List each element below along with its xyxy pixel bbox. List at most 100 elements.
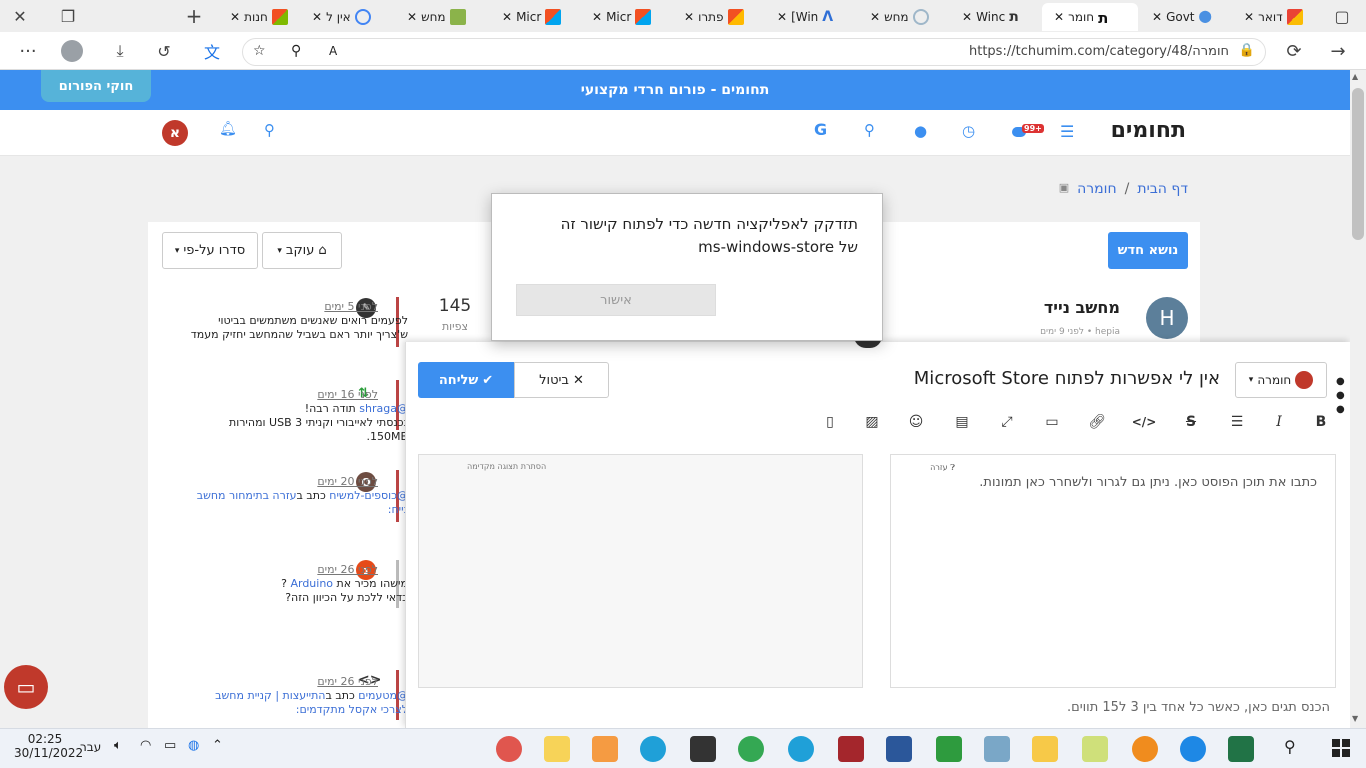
scroll-up-icon[interactable]: ▲ [1352, 72, 1358, 81]
tab-close-icon[interactable]: ✕ [312, 10, 322, 24]
media-player-icon[interactable] [592, 736, 618, 762]
restore-window-icon[interactable]: ❐ [54, 2, 82, 30]
topic-author-avatar[interactable]: H [1146, 297, 1188, 339]
more-menu-button[interactable]: ··· [14, 37, 42, 65]
topic-title[interactable]: מחשב נייד [1044, 298, 1120, 317]
forward-arrow-icon[interactable]: → [1324, 37, 1352, 65]
folder-icon[interactable] [1082, 736, 1108, 762]
feed-item[interactable]: לפני 20 ימים @כוספים-למשיח כתב בעזרה בתי… [188, 475, 408, 517]
app-icon[interactable] [690, 736, 716, 762]
profile-icon[interactable] [58, 37, 86, 65]
access-icon[interactable] [838, 736, 864, 762]
feed-item[interactable]: לפני 26 ימים @מטעמים כתב בהתייעצות | קני… [188, 675, 408, 717]
rss-icon[interactable]: ▣ [1059, 181, 1069, 197]
menu-list-icon[interactable]: ☰ [1060, 122, 1074, 141]
bold-icon[interactable]: B [1311, 412, 1331, 432]
breadcrumb-current[interactable]: חומרה [1077, 181, 1117, 197]
tab-close-icon[interactable]: ✕ [407, 10, 417, 24]
breadcrumb-home[interactable]: דף הבית [1137, 181, 1188, 197]
id-card-icon[interactable]: ▤ [952, 412, 972, 432]
category-selector[interactable]: ▾ חומרה [1235, 362, 1327, 398]
url-text[interactable]: https://tchumim.com/category/48/חומרה [969, 44, 1229, 59]
excel-icon[interactable] [1228, 736, 1254, 762]
chat-app-icon[interactable] [936, 736, 962, 762]
strikethrough-icon[interactable]: S [1181, 412, 1201, 432]
search-icon[interactable]: ⚲ [864, 121, 875, 139]
favorites-add-icon[interactable]: ☆ [253, 43, 266, 59]
composer-title-input[interactable]: אין לי אפשרות לפתוח Microsoft Store [914, 368, 1220, 389]
google-search-icon[interactable]: G [814, 120, 827, 139]
feed-item[interactable]: לפני 5 ימים לפעמים רואים שאנשים משתמשים … [188, 300, 408, 342]
tab-close-icon[interactable]: ✕ [962, 10, 972, 24]
users-icon[interactable]: ● [914, 122, 927, 140]
windows-start-icon[interactable] [1332, 739, 1350, 757]
composer-more-icon[interactable]: ● ● ● [1336, 375, 1346, 417]
tab-close-icon[interactable]: ✕ [502, 10, 512, 24]
download-icon[interactable]: ⤓ [106, 37, 134, 65]
feed-item[interactable]: לפני 16 ימים @shraga תודה רבה! נכנסתי לא… [188, 388, 408, 444]
tab-close-icon[interactable]: ✕ [684, 10, 694, 24]
tray-chevron-icon[interactable]: ⌃ [212, 738, 223, 753]
tab-close-icon[interactable]: ✕ [1054, 10, 1064, 24]
tags-input[interactable]: הכנס תגים כאן, כאשר כל אחד בין 3 ל15 תוו… [1067, 700, 1330, 715]
feed-time[interactable]: לפני 5 ימים [324, 300, 378, 313]
feed-user[interactable]: @כוספים-למשיח [329, 489, 408, 502]
calculator-icon[interactable] [984, 736, 1010, 762]
hide-preview-link[interactable]: הסתרת תצוגה מקדימה [467, 462, 546, 471]
post-editor[interactable]: עזרה ❓︎ כתבו את תוכן הפוסט כאן. ניתן גם … [890, 454, 1336, 688]
list-icon[interactable]: ☰ [1227, 412, 1247, 432]
user-avatar[interactable]: א [162, 120, 188, 146]
feed-item[interactable]: לפני 26 ימים מישהו מכיר את Arduino ? כדא… [188, 563, 408, 605]
translate-icon[interactable]: 文 [198, 37, 226, 65]
tab-close-icon[interactable]: ✕ [230, 10, 240, 24]
tab-close-icon[interactable]: ✕ [777, 10, 787, 24]
browser-tab[interactable]: ✕ דואר [1232, 3, 1316, 31]
file-image-icon[interactable]: ▨ [862, 412, 882, 432]
history-icon[interactable]: ↺ [150, 37, 178, 65]
unread-icon[interactable]: 99+ [1012, 124, 1044, 138]
browser-tab[interactable]: ✕ Govt ⬤ [1140, 3, 1228, 31]
browser-tab[interactable]: ✕ Micr [490, 3, 578, 31]
read-aloud-icon[interactable]: A [329, 44, 337, 58]
clock[interactable]: 02:25 30/11/2022 [14, 732, 83, 760]
edge-icon[interactable] [640, 736, 666, 762]
folder-icon[interactable] [544, 736, 570, 762]
lock-icon[interactable]: 🔒 [1239, 43, 1255, 58]
italic-icon[interactable]: I [1269, 412, 1289, 432]
word-icon[interactable] [886, 736, 912, 762]
feed-link[interactable]: Arduino [290, 577, 333, 590]
language-indicator[interactable]: עבר [80, 740, 101, 754]
site-logo[interactable]: תחומים [1111, 118, 1186, 143]
browser-tab[interactable]: ✕ פתרו [672, 3, 760, 31]
browser-tab[interactable]: ✕ Micr [580, 3, 668, 31]
cancel-button[interactable]: ביטול ✕ [514, 362, 609, 398]
feed-time[interactable]: לפני 26 ימים [317, 675, 378, 688]
internet-explorer-icon[interactable] [1180, 736, 1206, 762]
browser-tab[interactable]: ✕ מחש [858, 3, 946, 31]
browser-tab[interactable]: ✕ חנות [218, 3, 300, 31]
battery-icon[interactable]: ▭ [164, 738, 176, 753]
close-icon[interactable]: ✕ [6, 2, 34, 30]
tab-close-icon[interactable]: ✕ [592, 10, 602, 24]
wifi-icon[interactable]: ◠ [140, 738, 151, 753]
refresh-icon[interactable]: ⟳ [1280, 37, 1308, 65]
feed-user[interactable]: @מטעמים [358, 689, 408, 702]
code-icon[interactable]: </> [1132, 412, 1157, 432]
new-topic-button[interactable]: נושא חדש [1108, 232, 1188, 269]
scrollbar-thumb[interactable] [1352, 88, 1364, 240]
tab-close-icon[interactable]: ✕ [870, 10, 880, 24]
search-icon[interactable]: ⚲ [1284, 737, 1296, 756]
tab-close-icon[interactable]: ✕ [1152, 10, 1162, 24]
notifications-bell-icon[interactable]: 🔔︎ [219, 121, 237, 137]
network-globe-icon[interactable]: ◍ [188, 738, 199, 753]
browser-tab[interactable]: ✕ Winc ת [950, 3, 1038, 31]
dialog-ok-button[interactable]: אישור [516, 284, 716, 316]
help-link[interactable]: עזרה ❓︎ [930, 463, 955, 473]
browser-tab[interactable]: ✕ מחש [395, 3, 483, 31]
watching-dropdown[interactable]: ▾ עוקב ⌂ [262, 232, 342, 269]
forum-rules-button[interactable]: חוקי הפורום [41, 70, 151, 102]
edge-icon[interactable] [788, 736, 814, 762]
address-bar[interactable]: ☆ ⚲ A https://tchumim.com/category/48/חו… [242, 38, 1266, 66]
link-icon[interactable]: 🔗︎ [1087, 412, 1107, 432]
file-explorer-icon[interactable] [1032, 736, 1058, 762]
